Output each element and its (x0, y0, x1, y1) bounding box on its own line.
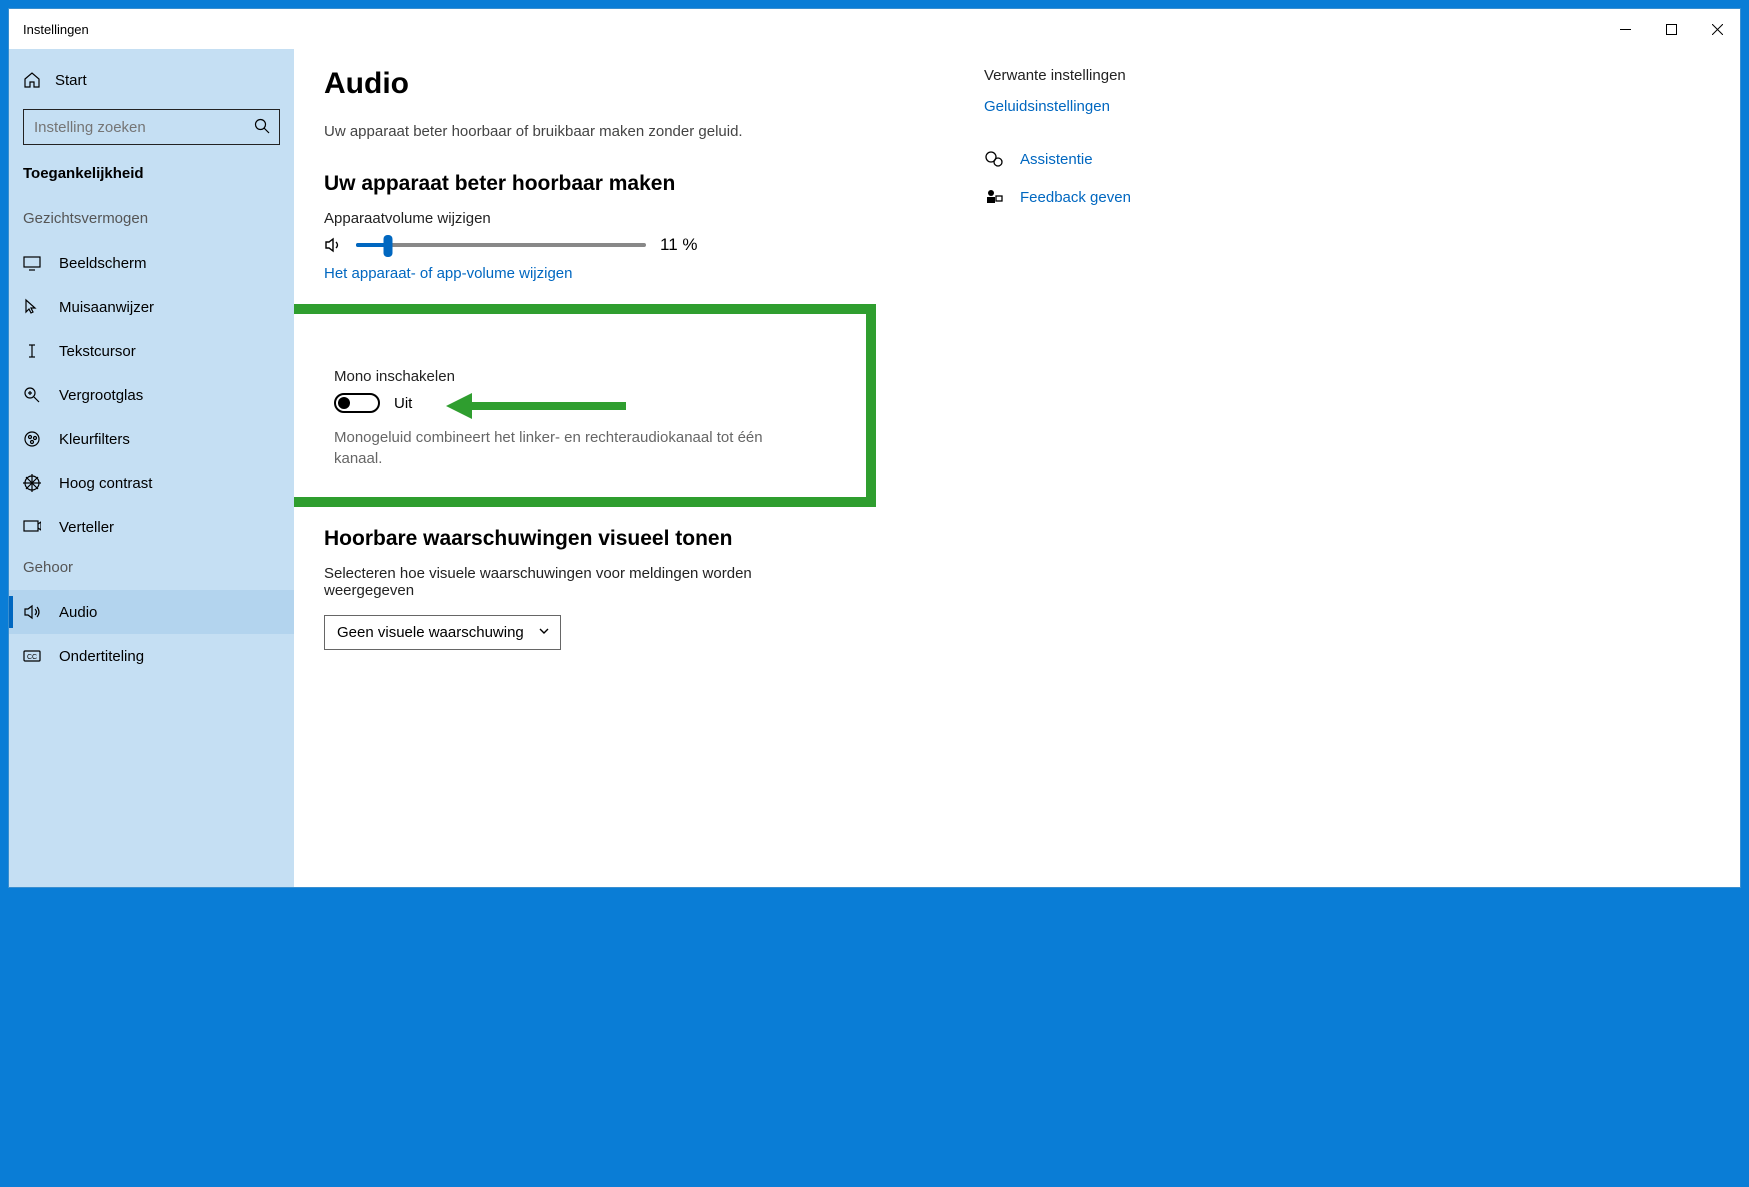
captions-icon: CC (23, 647, 41, 665)
section-title: Toegankelijkheid (9, 159, 294, 200)
text-cursor-icon (23, 342, 41, 360)
search-icon (254, 118, 270, 139)
mono-description: Monogeluid combineert het linker- en rec… (334, 427, 774, 469)
group-vision: Gezichtsvermogen (9, 200, 294, 241)
visual-warning-select[interactable]: Geen visuele waarschuwing (324, 615, 561, 650)
sidebar-item-kleurfilters[interactable]: Kleurfilters (9, 417, 294, 461)
feedback-link[interactable]: Feedback geven (1020, 189, 1131, 206)
section-heading: Hoorbare waarschuwingen visueel tonen (324, 527, 964, 551)
magnifier-icon (23, 386, 41, 404)
sidebar-item-label: Audio (59, 604, 97, 621)
color-filters-icon (23, 430, 41, 448)
home-button[interactable]: Start (9, 59, 294, 101)
mono-heading: Mono inschakelen (334, 368, 866, 385)
sidebar-item-label: Vergrootglas (59, 387, 143, 404)
sidebar-item-label: Verteller (59, 519, 114, 536)
home-icon (23, 71, 41, 89)
select-value: Geen visuele waarschuwing (337, 624, 524, 641)
feedback-icon (984, 187, 1004, 207)
sidebar-item-label: Ondertiteling (59, 648, 144, 665)
sidebar-item-beeldscherm[interactable]: Beeldscherm (9, 241, 294, 285)
chevron-down-icon (538, 624, 550, 641)
svg-text:CC: CC (27, 654, 37, 661)
annotation-arrow-icon (446, 391, 626, 421)
sidebar: Start Toegankelijkheid Gezichtsvermogen … (9, 49, 294, 887)
narrator-icon (23, 518, 41, 536)
minimize-button[interactable] (1602, 9, 1648, 49)
volume-slider[interactable] (356, 243, 646, 247)
toggle-knob (338, 397, 350, 409)
close-button[interactable] (1694, 9, 1740, 49)
mono-state: Uit (394, 395, 412, 412)
page-title: Audio (324, 67, 964, 101)
slider-thumb[interactable] (383, 235, 392, 257)
settings-window: Instellingen Start Toegankelijkheid Gezi… (8, 8, 1741, 888)
help-icon (984, 149, 1004, 169)
sidebar-item-audio[interactable]: Audio (9, 590, 294, 634)
sidebar-item-label: Muisaanwijzer (59, 299, 154, 316)
display-icon (23, 254, 41, 272)
audio-icon (23, 603, 41, 621)
content: Audio Uw apparaat beter hoorbaar of brui… (324, 67, 964, 887)
window-title: Instellingen (23, 22, 89, 37)
group-hearing: Gehoor (9, 549, 294, 590)
search-input[interactable] (23, 109, 280, 145)
visual-warn-label: Selecteren hoe visuele waarschuwingen vo… (324, 565, 764, 599)
sidebar-item-label: Hoog contrast (59, 475, 152, 492)
sidebar-item-vergrootglas[interactable]: Vergrootglas (9, 373, 294, 417)
volume-label: Apparaatvolume wijzigen (324, 210, 964, 227)
feedback-link-row: Feedback geven (984, 187, 1234, 207)
window-body: Start Toegankelijkheid Gezichtsvermogen … (9, 49, 1740, 887)
annotation-highlight: . Mono inschakelen Uit Monogeluid combin… (294, 304, 876, 507)
sound-settings-link[interactable]: Geluidsinstellingen (984, 98, 1234, 115)
right-pane: Verwante instellingen Geluidsinstellinge… (964, 67, 1234, 887)
sidebar-item-hoog-contrast[interactable]: Hoog contrast (9, 461, 294, 505)
help-link-row: Assistentie (984, 149, 1234, 169)
home-label: Start (55, 72, 87, 89)
sidebar-item-label: Tekstcursor (59, 343, 136, 360)
speaker-icon (324, 236, 342, 254)
section-heading: Uw apparaat beter hoorbaar maken (324, 172, 964, 196)
volume-link[interactable]: Het apparaat- of app-volume wijzigen (324, 265, 572, 282)
titlebar: Instellingen (9, 9, 1740, 49)
related-title: Verwante instellingen (984, 67, 1234, 84)
main: Audio Uw apparaat beter hoorbaar of brui… (294, 49, 1740, 887)
sidebar-item-muisaanwijzer[interactable]: Muisaanwijzer (9, 285, 294, 329)
page-subtitle: Uw apparaat beter hoorbaar of bruikbaar … (324, 123, 964, 140)
sidebar-item-tekstcursor[interactable]: Tekstcursor (9, 329, 294, 373)
sidebar-item-ondertiteling[interactable]: CC Ondertiteling (9, 634, 294, 678)
volume-value: 11 % (660, 235, 698, 255)
volume-slider-row: 11 % (324, 235, 964, 255)
sidebar-item-verteller[interactable]: Verteller (9, 505, 294, 549)
mono-toggle[interactable] (334, 393, 380, 413)
pointer-icon (23, 298, 41, 316)
search-wrap (23, 109, 280, 145)
sidebar-item-label: Kleurfilters (59, 431, 130, 448)
contrast-icon (23, 474, 41, 492)
window-controls (1602, 9, 1740, 49)
sidebar-item-label: Beeldscherm (59, 255, 147, 272)
help-link[interactable]: Assistentie (1020, 151, 1093, 168)
maximize-button[interactable] (1648, 9, 1694, 49)
